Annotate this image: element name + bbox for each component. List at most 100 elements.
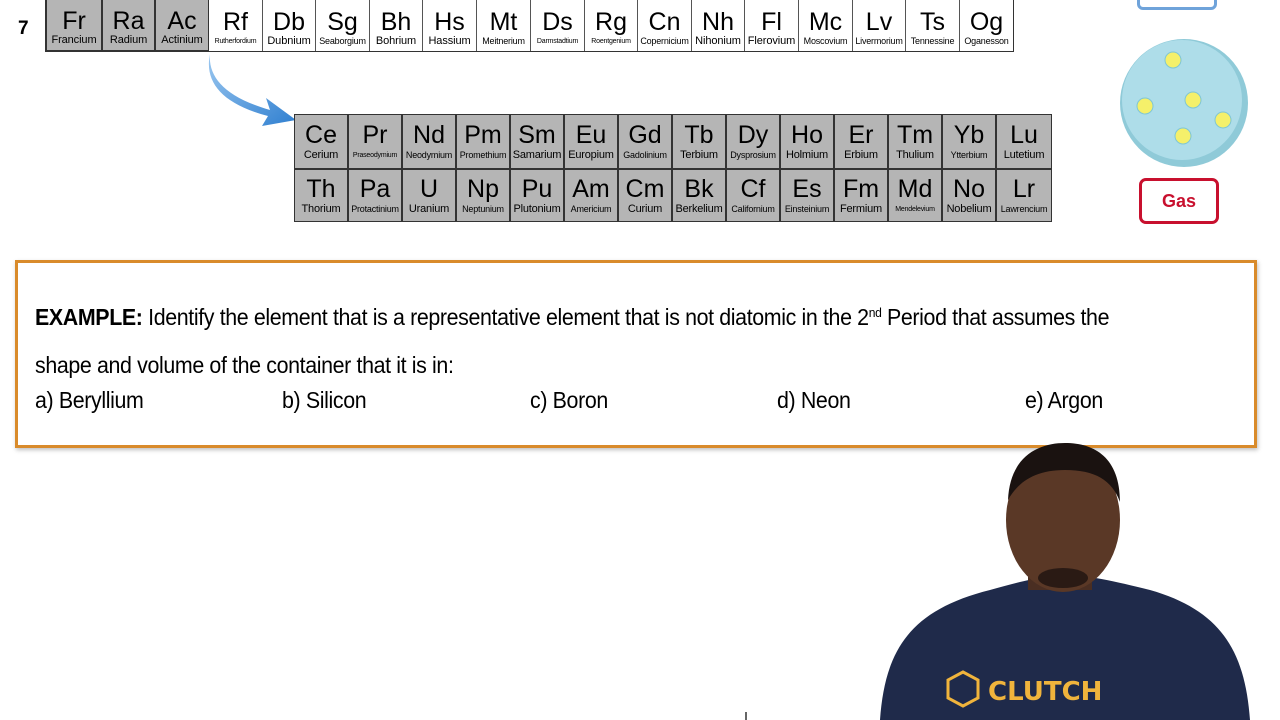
element-symbol: Pu	[521, 175, 553, 203]
element-name: Bohrium	[375, 35, 417, 47]
element-symbol: Dy	[737, 121, 769, 149]
element-cell-am: Am Americium	[565, 170, 619, 221]
element-name: Protactinium	[351, 204, 399, 214]
element-name: Lawrencium	[1000, 204, 1048, 214]
period-7-row: Fr Francium Ra Radium Ac Actinium Rf Rutherford…	[45, 0, 1014, 52]
element-name: Copernicium	[640, 36, 689, 46]
element-cell-th: Th Thorium	[295, 170, 349, 221]
choice-b[interactable]: b) Silicon	[282, 387, 367, 414]
element-symbol: Fl	[761, 8, 782, 36]
element-cell-nh: Nh Nihonium	[692, 0, 745, 51]
element-cell-fl: Fl Flerovium	[745, 0, 799, 51]
f-block-table: Ce Cerium Pr Praseodymium Nd Neodymium Pm Prome…	[294, 114, 1052, 222]
element-name: Lutetium	[1003, 149, 1045, 161]
element-name: Einsteinium	[784, 204, 830, 214]
element-symbol: Eu	[575, 121, 607, 149]
element-cell-lr: Lr Lawrencium	[997, 170, 1051, 221]
shirt-text: CLUTCH	[988, 677, 1102, 707]
element-cell-eu: Eu Europium	[565, 115, 619, 168]
element-cell-ra: Ra Radium	[102, 0, 155, 51]
element-name: Roentgenium	[591, 38, 631, 45]
element-symbol: Th	[306, 175, 336, 203]
element-symbol: Pr	[362, 121, 388, 149]
element-name: Thulium	[896, 149, 934, 161]
example-question-box: EXAMPLE: Identify the element that is a …	[15, 260, 1257, 448]
element-symbol: Cf	[740, 175, 766, 203]
element-name: Holmium	[786, 149, 828, 161]
element-name: Darmstadtium	[536, 38, 579, 45]
element-cell-es: Es Einsteinium	[781, 170, 835, 221]
period-number-label: 7	[18, 18, 29, 39]
element-name: Tennessine	[910, 36, 955, 46]
element-name: Dysprosium	[730, 150, 776, 160]
element-cell-bh: Bh Bohrium	[370, 0, 423, 51]
actinide-row: Th Thorium Pa Protactinium U Uranium Np Neptuni…	[295, 168, 1051, 221]
element-cell-tm: Tm Thulium	[889, 115, 943, 168]
element-symbol: Ts	[920, 8, 945, 36]
element-cell-db: Db Dubnium	[263, 0, 316, 51]
element-symbol: Lu	[1010, 121, 1038, 149]
element-name: Promethium	[459, 150, 507, 160]
element-cell-u: U Uranium	[403, 170, 457, 221]
element-cell-no: No Nobelium	[943, 170, 997, 221]
element-symbol: No	[953, 175, 985, 203]
element-cell-lv: Lv Livermorium	[853, 0, 906, 51]
element-name: Curium	[627, 203, 663, 215]
presenter-video: CLUTCH	[880, 443, 1250, 720]
element-cell-md: Md Mendelevium	[889, 170, 943, 221]
element-symbol: Ra	[112, 7, 145, 35]
element-cell-pa: Pa Protactinium	[349, 170, 403, 221]
element-symbol: Ho	[791, 121, 823, 149]
element-name: Gadolinium	[623, 150, 667, 160]
element-cell-pm: Pm Promethium	[457, 115, 511, 168]
element-symbol: Sm	[518, 121, 556, 149]
element-name: Hassium	[428, 35, 471, 47]
element-symbol: Yb	[953, 121, 985, 149]
element-cell-tb: Tb Terbium	[673, 115, 727, 168]
element-symbol: Mc	[808, 8, 843, 36]
element-symbol: Og	[969, 8, 1004, 36]
element-symbol: U	[419, 175, 439, 203]
choice-a[interactable]: a) Beryllium	[35, 387, 144, 414]
element-name: Plutonium	[513, 203, 561, 215]
ordinal-superscript: nd	[868, 305, 882, 320]
element-cell-rf: Rf Rutherfordium	[209, 0, 263, 51]
element-cell-ce: Ce Cerium	[295, 115, 349, 168]
element-name: Radium	[109, 34, 148, 46]
element-name: Nihonium	[695, 35, 741, 47]
element-cell-hs: Hs Hassium	[423, 0, 477, 51]
element-symbol: Pm	[464, 121, 502, 149]
element-name: Nobelium	[946, 203, 992, 215]
element-cell-lu: Lu Lutetium	[997, 115, 1051, 168]
element-cell-pu: Pu Plutonium	[511, 170, 565, 221]
element-symbol: Nd	[413, 121, 445, 149]
element-cell-rg: Rg Roentgenium	[585, 0, 638, 51]
choice-d[interactable]: d) Neon	[777, 387, 851, 414]
element-name: Dubnium	[267, 35, 311, 47]
element-name: Livermorium	[855, 36, 903, 46]
element-name: Fermium	[840, 203, 882, 215]
element-symbol: Tm	[896, 121, 934, 149]
gas-state-label: Gas	[1139, 178, 1219, 224]
element-cell-mt: Mt Meitnerium	[477, 0, 531, 51]
element-symbol: Ac	[167, 7, 197, 35]
element-symbol: Cm	[625, 175, 665, 203]
state-label-box-top	[1137, 0, 1217, 10]
element-symbol: Bh	[380, 8, 412, 36]
element-symbol: Es	[792, 175, 822, 203]
element-cell-sm: Sm Samarium	[511, 115, 565, 168]
element-symbol: Lr	[1012, 175, 1036, 203]
gas-particles-illustration	[1120, 39, 1248, 167]
element-name: Francium	[51, 34, 97, 46]
choice-e[interactable]: e) Argon	[1025, 387, 1103, 414]
element-cell-cn: Cn Copernicium	[638, 0, 692, 51]
element-cell-pr: Pr Praseodymium	[349, 115, 403, 168]
element-cell-ho: Ho Holmium	[781, 115, 835, 168]
element-name: Cerium	[303, 149, 339, 161]
element-name: Actinium	[161, 34, 203, 46]
element-name: Uranium	[408, 203, 450, 215]
choice-c[interactable]: c) Boron	[530, 387, 608, 414]
element-symbol: Fr	[62, 7, 86, 35]
element-name: Neptunium	[462, 204, 504, 214]
element-cell-gd: Gd Gadolinium	[619, 115, 673, 168]
